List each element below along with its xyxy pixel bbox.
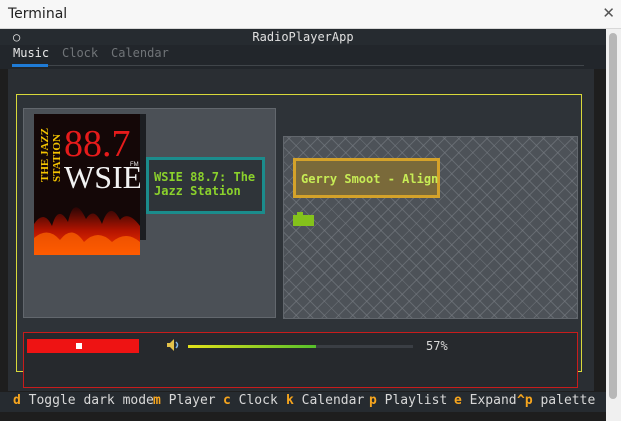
station-logo: THE JAZZ STATION 88.7 WSIE FM	[34, 114, 140, 255]
progress-knob[interactable]	[76, 343, 82, 349]
window-scrollbar[interactable]	[606, 29, 621, 421]
binding-label: Playlist	[384, 393, 448, 408]
app-header: ○ RadioPlayerApp	[0, 29, 606, 45]
binding-toggle-dark-mode[interactable]: d Toggle dark mode	[13, 393, 154, 408]
station-name: WSIE 88.7: The Jazz Station	[154, 170, 264, 198]
binding-key: p	[369, 393, 377, 408]
volume-fill	[188, 345, 316, 348]
logo-callsign: WSIE	[64, 159, 140, 195]
binding-label: Toggle dark mode	[28, 393, 154, 408]
window-titlebar: Terminal ✕	[0, 0, 621, 29]
binding-label: Expand	[469, 393, 517, 408]
binding-label: Clock	[238, 393, 278, 408]
station-name-line1: WSIE 88.7: The	[154, 170, 256, 184]
binding-clock[interactable]: c Clock	[223, 393, 278, 408]
app-title: RadioPlayerApp	[252, 30, 354, 44]
close-icon[interactable]: ✕	[602, 4, 615, 22]
binding-playlist[interactable]: p Playlist	[369, 393, 447, 408]
logo-band: FM	[130, 162, 139, 168]
key-bindings-bar: d Toggle dark mode m Player c Clock k Ca…	[0, 392, 606, 412]
scrollbar-thumb[interactable]	[609, 33, 617, 399]
progress-bar[interactable]	[27, 339, 139, 353]
binding-player[interactable]: m Player	[153, 393, 216, 408]
binding-label: Calendar	[301, 393, 365, 408]
tab-divider	[48, 65, 584, 66]
binding-label: palette	[540, 393, 596, 408]
binding-calendar[interactable]: k Calendar	[286, 393, 364, 408]
binding-key: c	[223, 393, 231, 408]
logo-line2: STATION	[51, 134, 63, 182]
active-tab-indicator	[12, 64, 48, 67]
binding-key: ^p	[517, 393, 533, 408]
binding-key: d	[13, 393, 21, 408]
logo-line1: THE JAZZ	[39, 128, 51, 182]
binding-label: Player	[168, 393, 216, 408]
volume-percent: 57%	[426, 339, 448, 353]
terminal-area: ○ RadioPlayerApp Music Clock Calendar TH…	[0, 29, 606, 421]
binding-key: e	[454, 393, 462, 408]
tab-clock[interactable]: Clock	[62, 45, 98, 65]
window-title: Terminal	[8, 6, 68, 22]
station-logo-art: THE JAZZ STATION 88.7 WSIE FM	[34, 114, 140, 255]
track-title-box[interactable]: Gerry Smoot - Align	[293, 158, 440, 198]
binding-expand[interactable]: e Expand	[454, 393, 517, 408]
playlist-folder-icon[interactable]	[293, 212, 314, 226]
tab-calendar[interactable]: Calendar	[111, 45, 169, 65]
tab-music[interactable]: Music	[13, 45, 49, 65]
station-name-box[interactable]: WSIE 88.7: The Jazz Station	[146, 157, 265, 214]
track-title: Gerry Smoot - Align	[301, 172, 439, 186]
station-name-line2: Jazz Station	[154, 184, 241, 198]
speaker-icon[interactable]	[166, 338, 180, 352]
binding-key: m	[153, 393, 161, 408]
binding-key: k	[286, 393, 294, 408]
binding-palette[interactable]: ^p palette	[517, 393, 595, 408]
